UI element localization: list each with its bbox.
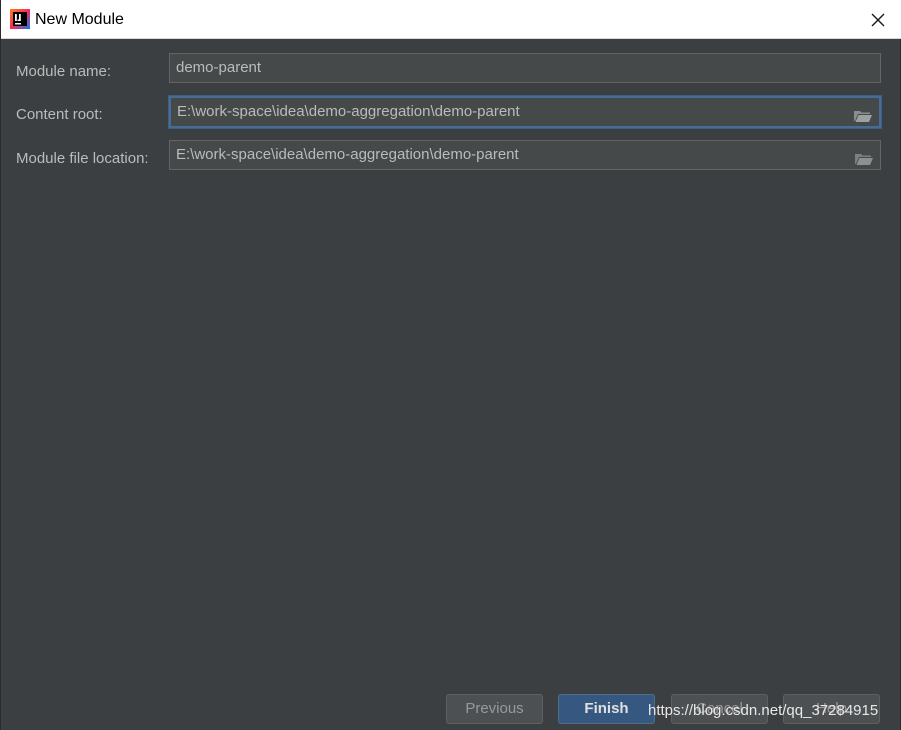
finish-button[interactable]: Finish xyxy=(558,694,655,724)
content-root-label: Content root: xyxy=(16,106,103,123)
module-file-location-field[interactable]: E:\work-space\idea\demo-aggregation\demo… xyxy=(169,140,881,170)
new-module-dialog: New Module Module name: demo-parent Cont… xyxy=(0,0,901,730)
folder-icon[interactable] xyxy=(854,148,874,165)
dialog-title: New Module xyxy=(35,11,124,28)
content-root-value: E:\work-space\idea\demo-aggregation\demo… xyxy=(177,103,520,120)
content-root-field[interactable]: E:\work-space\idea\demo-aggregation\demo… xyxy=(169,96,881,128)
module-name-field[interactable]: demo-parent xyxy=(169,53,881,83)
close-icon[interactable] xyxy=(863,5,893,35)
intellij-idea-icon xyxy=(10,9,30,29)
module-name-value: demo-parent xyxy=(176,59,262,76)
watermark-text: https://blog.csdn.net/qq_37284915 xyxy=(648,702,879,719)
previous-button[interactable]: Previous xyxy=(446,694,543,724)
module-name-label: Module name: xyxy=(16,63,112,80)
module-file-location-label: Module file location: xyxy=(16,150,149,167)
module-file-location-value: E:\work-space\idea\demo-aggregation\demo… xyxy=(176,146,519,163)
title-bar: New Module xyxy=(1,0,901,39)
folder-icon[interactable] xyxy=(853,105,873,122)
